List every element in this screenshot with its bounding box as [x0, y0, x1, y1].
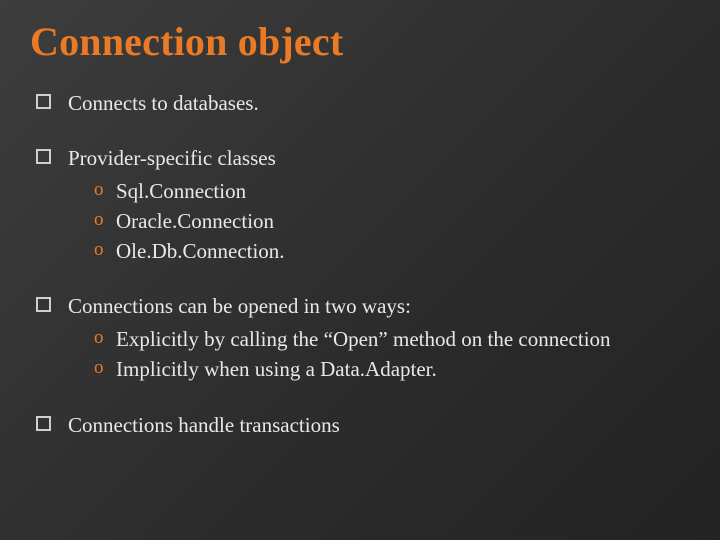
- list-item: Connections can be opened in two ways: E…: [30, 292, 690, 385]
- list-item: Provider-specific classes Sql.Connection…: [30, 144, 690, 266]
- bullet-list: Connects to databases. Provider-specific…: [30, 89, 690, 440]
- sub-list: Explicitly by calling the “Open” method …: [94, 325, 690, 385]
- sub-bullet-text: Explicitly by calling the “Open” method …: [116, 327, 611, 351]
- sub-list-item: Oracle.Connection: [94, 207, 690, 237]
- sub-bullet-text: Ole.Db.Connection.: [116, 239, 285, 263]
- bullet-text: Provider-specific classes: [68, 146, 276, 170]
- sub-list-item: Implicitly when using a Data.Adapter.: [94, 355, 690, 385]
- sub-list-item: Ole.Db.Connection.: [94, 237, 690, 267]
- list-item: Connections handle transactions: [30, 411, 690, 440]
- sub-list: Sql.Connection Oracle.Connection Ole.Db.…: [94, 177, 690, 266]
- list-item: Connects to databases.: [30, 89, 690, 118]
- sub-bullet-text: Implicitly when using a Data.Adapter.: [116, 357, 437, 381]
- bullet-text: Connects to databases.: [68, 91, 259, 115]
- sub-bullet-text: Sql.Connection: [116, 179, 246, 203]
- sub-list-item: Sql.Connection: [94, 177, 690, 207]
- bullet-text: Connections can be opened in two ways:: [68, 294, 411, 318]
- sub-bullet-text: Oracle.Connection: [116, 209, 274, 233]
- bullet-text: Connections handle transactions: [68, 413, 340, 437]
- slide-title: Connection object: [30, 18, 690, 65]
- slide: Connection object Connects to databases.…: [0, 0, 720, 540]
- sub-list-item: Explicitly by calling the “Open” method …: [94, 325, 690, 355]
